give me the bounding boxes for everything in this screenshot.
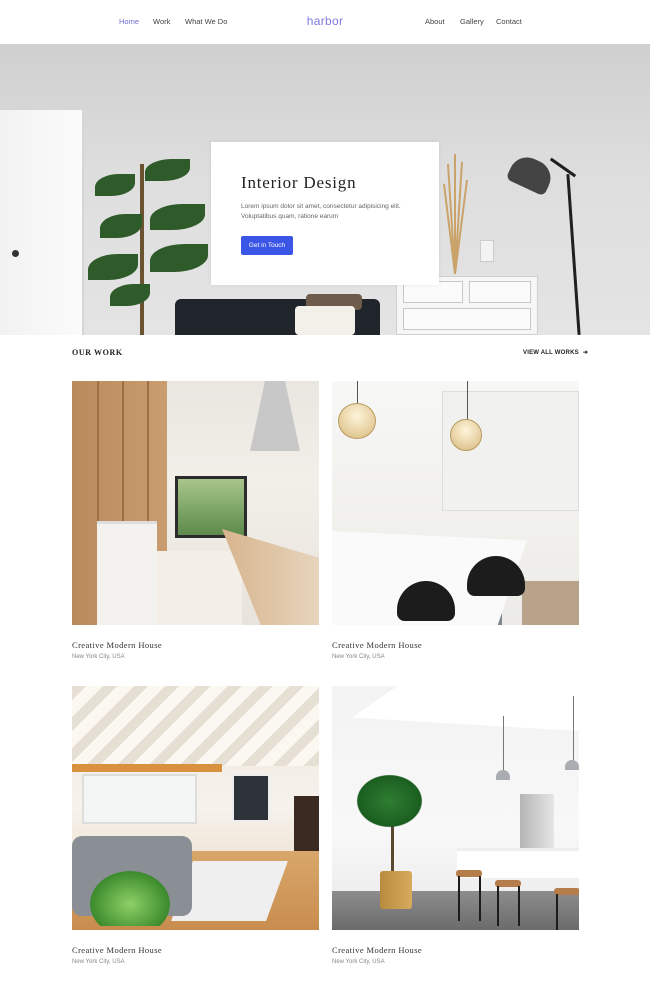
nav-link-gallery[interactable]: Gallery bbox=[460, 17, 484, 26]
project-location: New York City, USA bbox=[332, 654, 385, 660]
nav-link-about[interactable]: About bbox=[425, 17, 445, 26]
hero-door-illustration bbox=[0, 110, 84, 335]
view-all-works-label: VIEW ALL WORKS bbox=[523, 350, 579, 356]
hero-banner: Interior Design Lorem ipsum dolor sit am… bbox=[0, 44, 650, 335]
project-title[interactable]: Creative Modern House bbox=[72, 945, 162, 955]
arrow-right-icon: ➜ bbox=[582, 350, 589, 356]
section-title-our-work: OUR WORK bbox=[72, 348, 123, 357]
project-card[interactable]: Creative Modern House New York City, USA bbox=[332, 686, 579, 986]
project-location: New York City, USA bbox=[332, 959, 385, 965]
project-title[interactable]: Creative Modern House bbox=[332, 640, 422, 650]
project-title[interactable]: Creative Modern House bbox=[72, 640, 162, 650]
hero-card: Interior Design Lorem ipsum dolor sit am… bbox=[211, 142, 439, 285]
hero-title: Interior Design bbox=[241, 173, 357, 192]
nav-link-contact[interactable]: Contact bbox=[496, 17, 522, 26]
project-title[interactable]: Creative Modern House bbox=[332, 945, 422, 955]
project-location: New York City, USA bbox=[72, 959, 125, 965]
hero-floor-lamp-illustration bbox=[566, 174, 581, 335]
project-location: New York City, USA bbox=[72, 654, 125, 660]
project-image-kitchen-corridor[interactable] bbox=[72, 381, 319, 625]
project-card[interactable]: Creative Modern House New York City, USA bbox=[332, 381, 579, 681]
project-image-living-room[interactable] bbox=[72, 686, 319, 930]
hero-light-switch-illustration bbox=[480, 240, 494, 262]
project-image-bright-kitchen[interactable] bbox=[332, 686, 579, 930]
hero-plant-illustration bbox=[140, 164, 144, 335]
get-in-touch-button[interactable]: Get in Touch bbox=[241, 236, 293, 255]
project-card[interactable]: Creative Modern House New York City, USA bbox=[72, 381, 319, 681]
brand-logo[interactable]: harbor bbox=[0, 14, 650, 28]
hero-dried-grass-illustration bbox=[443, 154, 468, 274]
project-card[interactable]: Creative Modern House New York City, USA bbox=[72, 686, 319, 986]
hero-description: Lorem ipsum dolor sit amet, consectetur … bbox=[241, 203, 401, 220]
project-image-white-kitchen[interactable] bbox=[332, 381, 579, 625]
view-all-works-link[interactable]: VIEW ALL WORKS ➜ bbox=[523, 349, 588, 356]
top-navigation: Home Work What We Do harbor About Galler… bbox=[0, 0, 650, 44]
